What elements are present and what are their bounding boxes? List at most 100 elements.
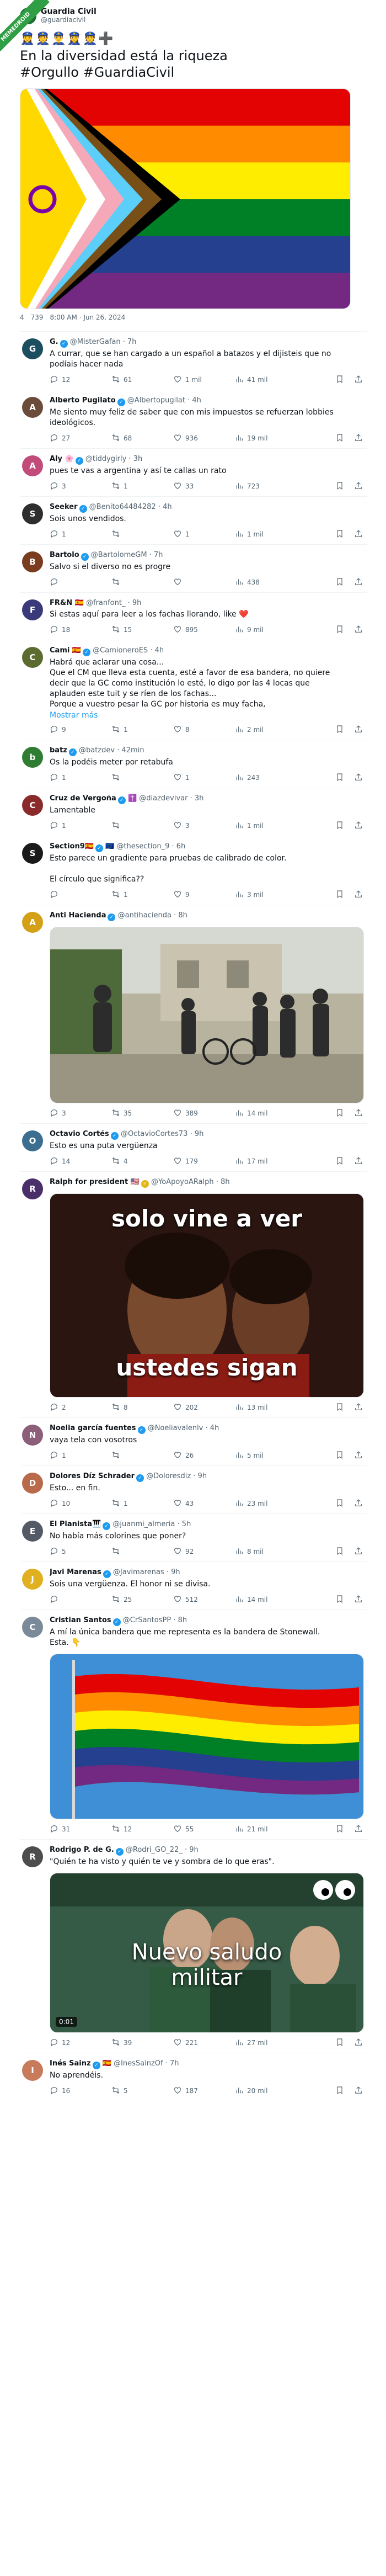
share-icon[interactable] — [354, 375, 363, 385]
reply-time[interactable]: 8h — [221, 1178, 230, 1186]
avatar[interactable]: A — [22, 397, 43, 418]
like-action[interactable]: 9 — [173, 890, 235, 900]
repost-action[interactable] — [111, 1451, 173, 1461]
reply-time[interactable]: 42min — [122, 746, 144, 755]
bookmark-icon[interactable] — [335, 1824, 344, 1835]
author-handle[interactable]: @InesSainzOf — [114, 2059, 163, 2068]
avatar[interactable]: J — [22, 1569, 43, 1590]
author-handle[interactable]: @YoApoyoARalph — [151, 1178, 214, 1186]
reply-post[interactable]: E El Pianista🎹 ✓ @juanmi_almeria · 5h No … — [20, 1513, 367, 1561]
reply-post[interactable]: R Rodrigo P. de G. ✓ @Rodri_GO_22_ · 9h "… — [20, 1839, 367, 2053]
reply-post[interactable]: S Section9🇪🇸 ✓ 🇪🇺 @thesection_9 · 6h Esto… — [20, 836, 367, 905]
like-action[interactable]: 33 — [173, 481, 235, 492]
reply-action[interactable]: 18 — [50, 625, 111, 635]
author-handle[interactable]: @batzdev — [79, 746, 115, 755]
reply-action[interactable]: 31 — [50, 1824, 111, 1835]
reply-time[interactable]: 7h — [154, 551, 163, 559]
author-handle[interactable]: @CamioneroES — [93, 646, 148, 655]
like-action[interactable]: 221 — [173, 2038, 235, 2048]
avatar[interactable]: R — [22, 1846, 43, 1867]
bookmark-icon[interactable] — [335, 1108, 344, 1119]
reply-action[interactable]: 14 — [50, 1156, 111, 1167]
like-action[interactable]: 179 — [173, 1156, 235, 1167]
avatar[interactable]: C — [22, 795, 43, 816]
author-handle[interactable]: @OctavioCortes73 — [121, 1130, 188, 1138]
author-handle[interactable]: @Rodri_GO_22_ — [126, 1846, 183, 1854]
reply-action[interactable]: 16 — [50, 2086, 111, 2096]
author-name[interactable]: Aly 🌸 — [50, 455, 74, 463]
reply-time[interactable]: 9h — [189, 1846, 199, 1854]
reply-action[interactable] — [50, 577, 111, 588]
share-icon[interactable] — [354, 1108, 363, 1119]
avatar[interactable]: C — [22, 1617, 43, 1638]
reply-post[interactable]: A Anti Hacienda ✓ @antihacienda · 8h 3 3… — [20, 905, 367, 1123]
reply-time[interactable]: 3h — [195, 794, 204, 803]
repost-action[interactable]: 39 — [111, 2038, 173, 2048]
author-name[interactable]: Cruz de Vergoña — [50, 794, 116, 803]
share-icon[interactable] — [354, 773, 363, 783]
views-action[interactable]: 3 mil — [235, 890, 303, 900]
repost-action[interactable] — [111, 773, 173, 783]
bookmark-icon[interactable] — [335, 1403, 344, 1413]
avatar[interactable]: N — [22, 1425, 43, 1446]
views-action[interactable]: 41 mil — [235, 375, 303, 385]
repost-action[interactable]: 4 — [111, 1156, 173, 1167]
views-action[interactable]: 23 mil — [235, 1499, 303, 1509]
avatar[interactable]: F — [22, 599, 43, 620]
reply-post[interactable]: B Bartolo ✓ @BartolomeGM · 7h Salvo si el… — [20, 544, 367, 592]
views-action[interactable]: 1 mil — [235, 821, 303, 831]
author-handle[interactable]: @antihacienda — [118, 911, 171, 920]
bookmark-icon[interactable] — [335, 890, 344, 900]
author-name[interactable]: Bartolo — [50, 551, 79, 559]
share-icon[interactable] — [354, 625, 363, 635]
reply-post[interactable]: G G. ✓ @MisterGafan · 7h A currar, que se… — [20, 331, 367, 390]
views-action[interactable]: 5 mil — [235, 1451, 303, 1461]
author-handle[interactable]: @Benito64484282 — [89, 503, 156, 511]
author-name[interactable]: Inés Sainz — [50, 2059, 91, 2068]
reply-time[interactable]: 4h — [163, 503, 172, 511]
repost-action[interactable]: 1 — [111, 481, 173, 492]
views-action[interactable]: 14 mil — [235, 1595, 303, 1605]
author-handle[interactable]: @thesection_9 — [116, 842, 169, 851]
author-handle[interactable]: @Doloresdiz — [146, 1472, 191, 1480]
like-action[interactable]: 202 — [173, 1403, 235, 1413]
repost-action[interactable]: 1 — [111, 1499, 173, 1509]
bookmark-icon[interactable] — [335, 725, 344, 735]
views-action[interactable]: 21 mil — [235, 1824, 303, 1835]
avatar[interactable]: R — [22, 1178, 43, 1199]
reply-action[interactable]: 2 — [50, 1403, 111, 1413]
reply-action[interactable]: 3 — [50, 1108, 111, 1119]
account-name[interactable]: Guardia Civil — [41, 8, 96, 16]
reply-action[interactable]: 1 — [50, 529, 111, 540]
author-name[interactable]: Noelia garcía fuentes — [50, 1424, 136, 1432]
post-hashtags[interactable]: #Orgullo #GuardiaCivil — [20, 64, 367, 81]
share-icon[interactable] — [354, 481, 363, 492]
bookmark-icon[interactable] — [335, 433, 344, 444]
reply-time[interactable]: 3h — [133, 455, 143, 463]
share-icon[interactable] — [354, 890, 363, 900]
like-action[interactable]: 389 — [173, 1108, 235, 1119]
reply-post[interactable]: b batz ✓ @batzdev · 42min Os la podéis me… — [20, 740, 367, 788]
share-icon[interactable] — [354, 1156, 363, 1167]
author-name[interactable]: Ralph for president 🇺🇸 — [50, 1178, 140, 1186]
reply-post[interactable]: A Alberto Pugilato ✓ @Albertopugilat · 4h… — [20, 390, 367, 448]
share-icon[interactable] — [354, 1595, 363, 1605]
reply-post[interactable]: C Cristian Santos ✓ @CrSantosPP · 8h A mí… — [20, 1610, 367, 1839]
reply-action[interactable] — [50, 890, 111, 900]
reply-action[interactable]: 1 — [50, 821, 111, 831]
share-icon[interactable] — [354, 529, 363, 540]
bookmark-icon[interactable] — [335, 821, 344, 831]
attached-gif[interactable]: solo vine a ver ustedes sigan — [50, 1193, 364, 1398]
share-icon[interactable] — [354, 1451, 363, 1461]
reply-time[interactable]: 5h — [182, 1520, 191, 1528]
like-action[interactable] — [173, 577, 235, 588]
like-action[interactable]: 187 — [173, 2086, 235, 2096]
reply-time[interactable]: 9h — [195, 1130, 204, 1138]
repost-count[interactable]: 739 — [31, 314, 44, 321]
reply-action[interactable]: 3 — [50, 481, 111, 492]
reply-action[interactable]: 12 — [50, 2038, 111, 2048]
like-action[interactable]: 936 — [173, 433, 235, 444]
reply-action[interactable] — [50, 1595, 111, 1605]
author-name[interactable]: Cami 🇪🇸 — [50, 646, 81, 655]
avatar[interactable]: E — [22, 1521, 43, 1542]
